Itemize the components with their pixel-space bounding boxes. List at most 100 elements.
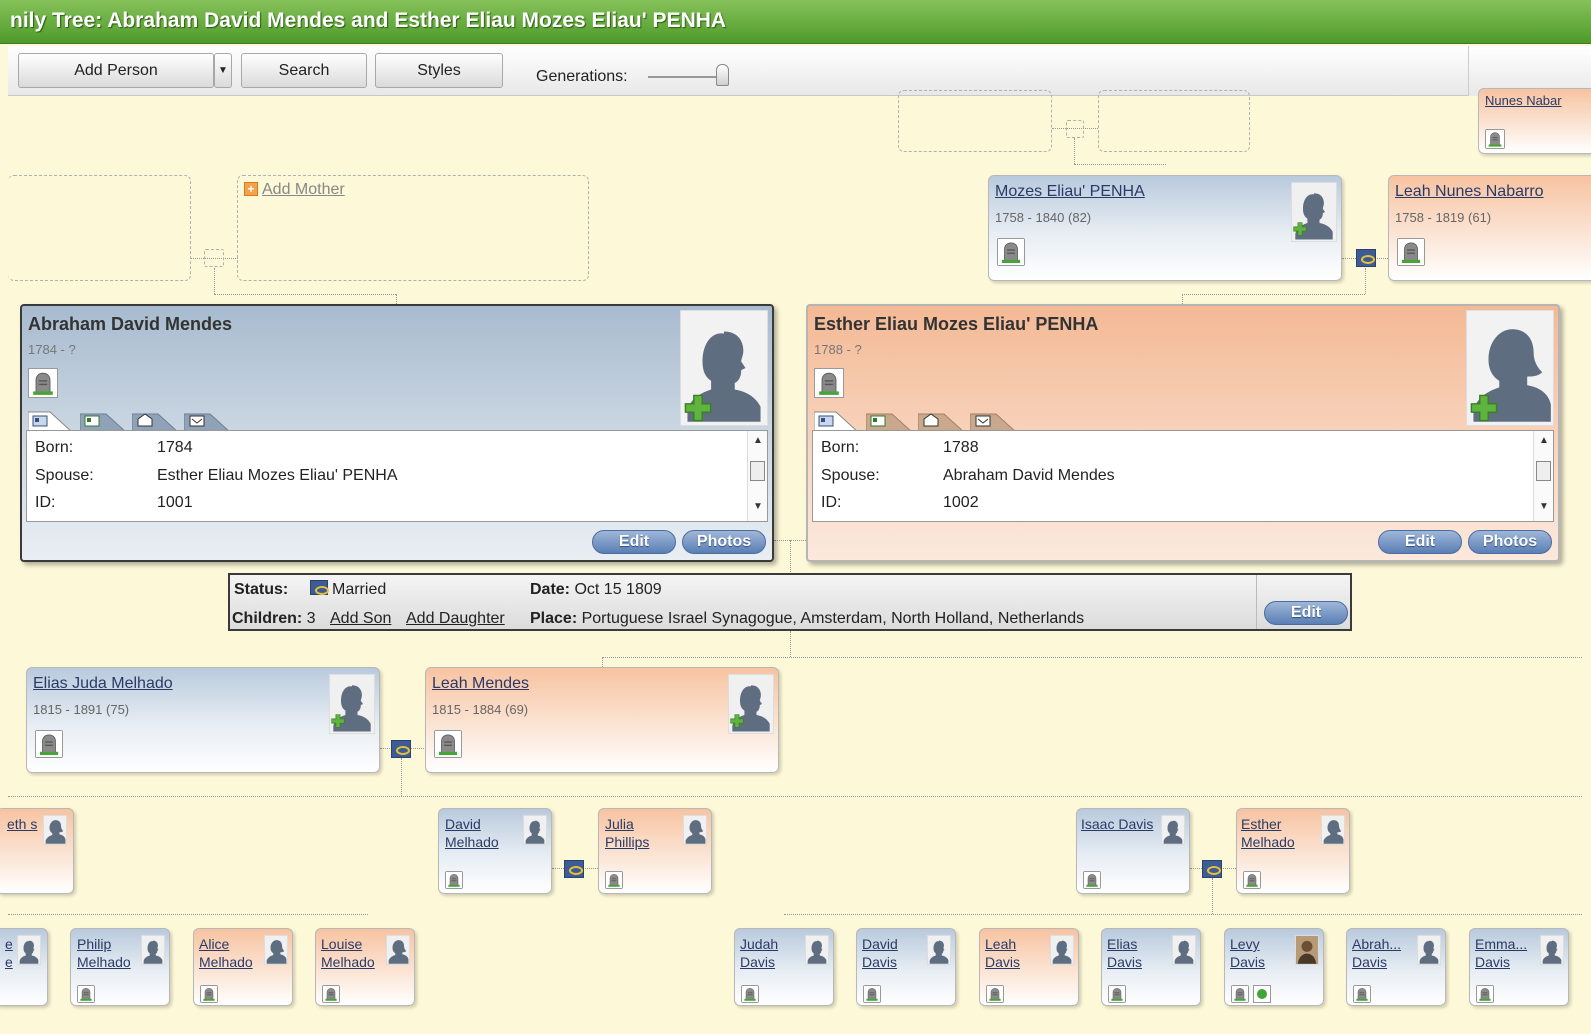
- memorial-icon[interactable]: [445, 871, 463, 889]
- person-name[interactable]: Levy Davis: [1230, 935, 1290, 971]
- memorial-icon[interactable]: [986, 985, 1004, 1003]
- marriage-ring-icon[interactable]: [1202, 860, 1222, 878]
- person-card[interactable]: Elias Davis: [1101, 928, 1201, 1006]
- person-name[interactable]: Nunes Nabar: [1485, 93, 1562, 108]
- marriage-ring-icon[interactable]: [391, 740, 411, 758]
- person-name[interactable]: Isaac Davis: [1081, 815, 1163, 833]
- memorial-icon[interactable]: [77, 985, 95, 1003]
- avatar[interactable]: [805, 935, 829, 965]
- marriage-ring-icon[interactable]: [564, 860, 584, 878]
- person-name[interactable]: Judah Davis: [740, 935, 800, 971]
- person-card[interactable]: e e: [0, 928, 48, 1006]
- details-scrollbar[interactable]: ▲ ▼: [1533, 431, 1553, 521]
- person-name[interactable]: David Melhado: [445, 815, 515, 851]
- add-mother-link[interactable]: + Add Mother: [244, 181, 345, 199]
- person-name[interactable]: David Davis: [862, 935, 922, 971]
- avatar[interactable]: [927, 935, 951, 965]
- person-name[interactable]: Philip Melhado: [77, 935, 141, 971]
- person-name[interactable]: Emma... Davis: [1475, 935, 1539, 971]
- person-card-elias[interactable]: Elias Juda Melhado 1815 - 1891 (75): [26, 667, 380, 773]
- memorial-icon[interactable]: [28, 368, 58, 398]
- avatar[interactable]: [1172, 935, 1196, 965]
- add-person-dropdown[interactable]: ▼: [214, 53, 232, 88]
- person-card[interactable]: Levy Davis: [1224, 928, 1324, 1006]
- details-scrollbar[interactable]: ▲ ▼: [747, 431, 767, 521]
- avatar[interactable]: [17, 935, 41, 965]
- tab-events[interactable]: [184, 410, 230, 432]
- avatar[interactable]: [523, 815, 547, 845]
- edit-button[interactable]: Edit: [1378, 530, 1462, 554]
- avatar[interactable]: [264, 935, 288, 965]
- avatar[interactable]: [141, 935, 165, 965]
- person-card[interactable]: Julia Phillips: [598, 808, 712, 894]
- person-name[interactable]: Esther Melhado: [1241, 815, 1311, 851]
- memorial-icon[interactable]: [322, 985, 340, 1003]
- add-son-link[interactable]: Add Son: [330, 610, 391, 628]
- marriage-ring-icon[interactable]: [1356, 249, 1376, 267]
- empty-father-slot[interactable]: [8, 175, 191, 281]
- memorial-icon[interactable]: [1485, 129, 1505, 149]
- edit-button[interactable]: Edit: [592, 530, 676, 554]
- memorial-icon[interactable]: [200, 985, 218, 1003]
- avatar[interactable]: [386, 935, 410, 965]
- tab-family[interactable]: [80, 410, 126, 432]
- focus-person-card-wife[interactable]: Esther Eliau Mozes Eliau' PENHA 1788 - ?…: [806, 304, 1560, 562]
- avatar[interactable]: [1417, 935, 1441, 965]
- photos-button[interactable]: Photos: [682, 530, 766, 554]
- person-name[interactable]: Leah Davis: [985, 935, 1045, 971]
- add-photo-icon[interactable]: [1470, 394, 1498, 422]
- person-name[interactable]: Elias Juda Melhado: [33, 675, 173, 693]
- tab-residences[interactable]: [132, 410, 178, 432]
- person-card[interactable]: Isaac Davis: [1076, 808, 1190, 894]
- tab-events[interactable]: [970, 410, 1016, 432]
- memorial-icon[interactable]: [1108, 985, 1126, 1003]
- person-name[interactable]: Leah Nunes Nabarro: [1395, 183, 1544, 201]
- person-name[interactable]: eth s: [7, 815, 41, 833]
- person-name[interactable]: Abrah... Davis: [1352, 935, 1416, 971]
- avatar[interactable]: [1540, 935, 1564, 965]
- add-photo-icon[interactable]: [684, 394, 712, 422]
- person-card[interactable]: Louise Melhado: [315, 928, 415, 1006]
- memorial-icon[interactable]: [1353, 985, 1371, 1003]
- memorial-icon[interactable]: [814, 368, 844, 398]
- add-photo-icon[interactable]: [1293, 222, 1307, 236]
- person-card[interactable]: Nunes Nabar: [1478, 88, 1591, 154]
- memorial-icon[interactable]: [997, 238, 1025, 266]
- person-card[interactable]: Emma... Davis: [1469, 928, 1569, 1006]
- person-card-leah-mendes[interactable]: Leah Mendes 1815 - 1884 (69): [425, 667, 779, 773]
- marriage-edit-button[interactable]: Edit: [1264, 601, 1348, 625]
- avatar[interactable]: [1161, 815, 1185, 845]
- memorial-icon[interactable]: [1397, 238, 1425, 266]
- empty-ancestor-slot[interactable]: [898, 90, 1052, 152]
- person-name[interactable]: Leah Mendes: [432, 675, 529, 693]
- avatar[interactable]: [43, 815, 67, 845]
- add-photo-icon[interactable]: [331, 714, 345, 728]
- styles-button[interactable]: Styles: [375, 53, 503, 88]
- memorial-icon[interactable]: [35, 730, 63, 758]
- person-card[interactable]: David Melhado: [438, 808, 552, 894]
- add-person-button[interactable]: Add Person: [18, 53, 214, 88]
- memorial-icon[interactable]: [863, 985, 881, 1003]
- person-name[interactable]: Mozes Eliau' PENHA: [995, 183, 1145, 201]
- person-card[interactable]: Esther Melhado: [1236, 808, 1350, 894]
- focus-person-card-husband[interactable]: Abraham David Mendes 1784 - ? Born: 1784 …: [20, 304, 774, 562]
- person-name[interactable]: Julia Phillips: [605, 815, 675, 851]
- empty-ancestor-slot[interactable]: [1098, 90, 1250, 152]
- tab-residences[interactable]: [918, 410, 964, 432]
- photos-button[interactable]: Photos: [1468, 530, 1552, 554]
- memorial-icon[interactable]: [1243, 871, 1261, 889]
- memorial-icon[interactable]: [741, 985, 759, 1003]
- person-card[interactable]: Judah Davis: [734, 928, 834, 1006]
- person-card[interactable]: Philip Melhado: [70, 928, 170, 1006]
- avatar[interactable]: [1321, 815, 1345, 845]
- tab-details[interactable]: [28, 410, 74, 432]
- photo-thumbnail[interactable]: [1295, 935, 1319, 965]
- add-photo-icon[interactable]: [730, 714, 744, 728]
- avatar[interactable]: [683, 815, 707, 845]
- person-name[interactable]: Elias Davis: [1107, 935, 1167, 971]
- search-button[interactable]: Search: [241, 53, 367, 88]
- memorial-icon[interactable]: [605, 871, 623, 889]
- add-daughter-link[interactable]: Add Daughter: [406, 610, 505, 628]
- person-name[interactable]: Louise Melhado: [321, 935, 385, 971]
- memorial-icon[interactable]: [1231, 985, 1249, 1003]
